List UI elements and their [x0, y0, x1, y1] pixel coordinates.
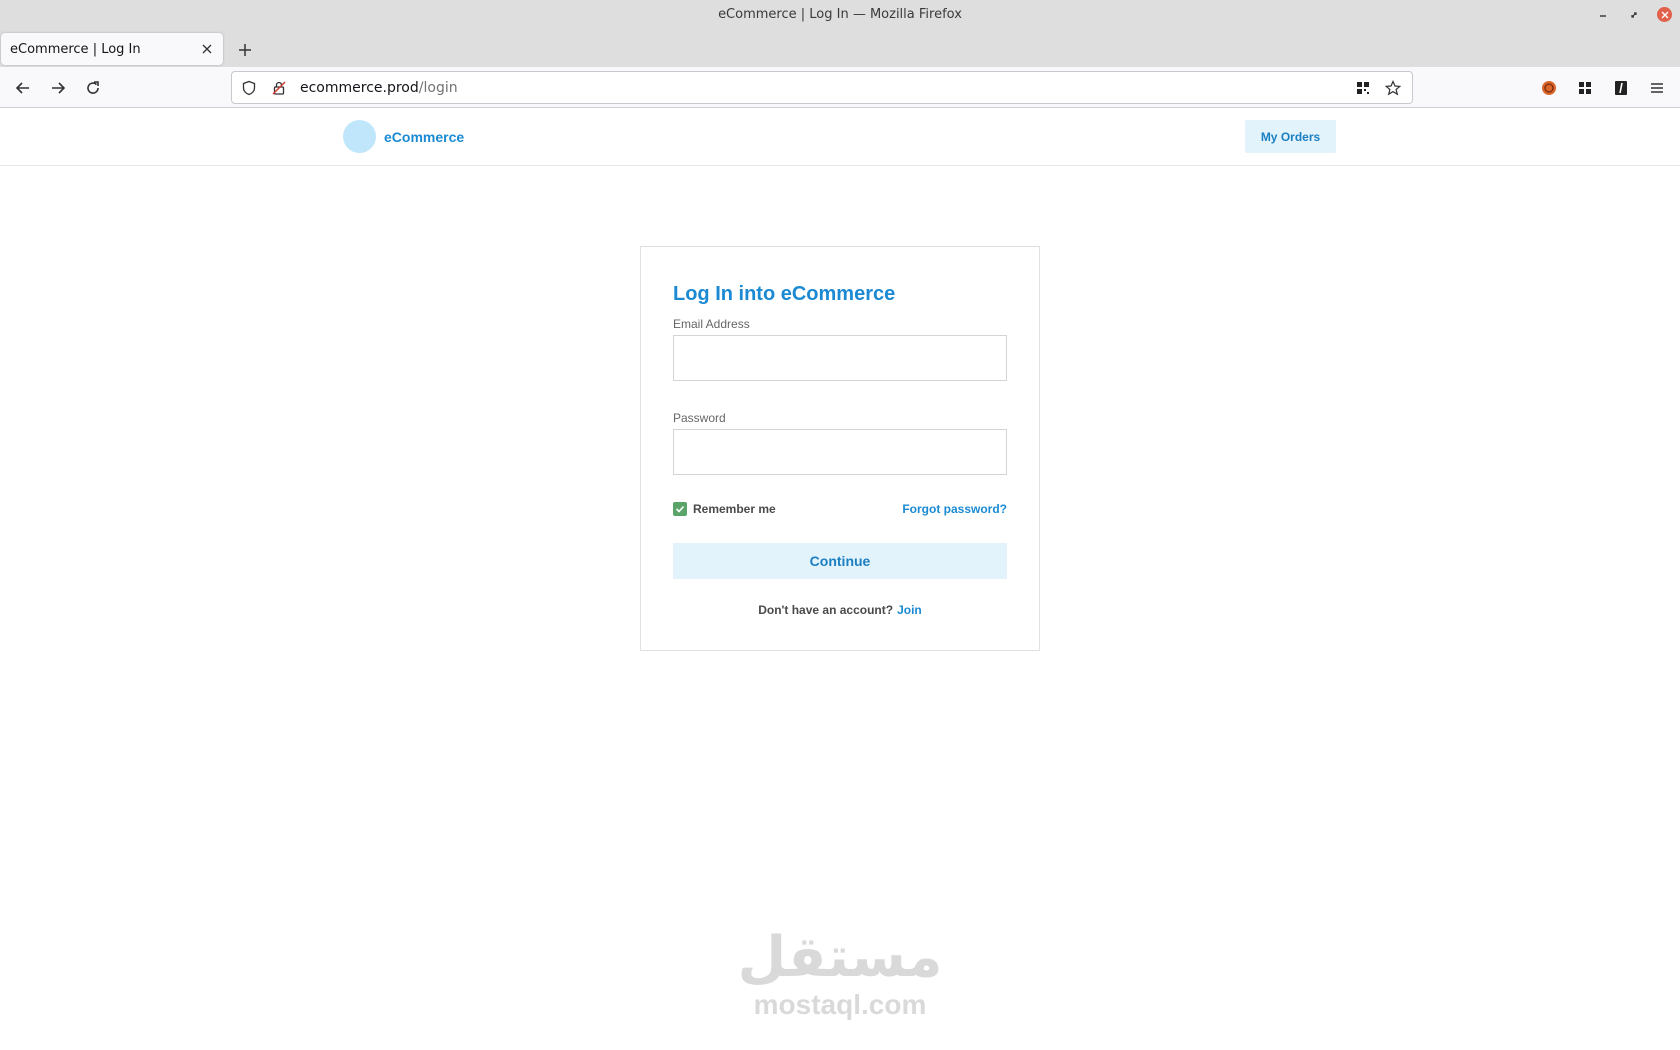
checkmark-icon	[675, 505, 685, 513]
back-button[interactable]	[8, 73, 38, 103]
close-icon	[202, 44, 212, 54]
minimize-button[interactable]	[1587, 3, 1618, 27]
forgot-password-link[interactable]: Forgot password?	[902, 502, 1007, 516]
window-titlebar: eCommerce | Log In — Mozilla Firefox	[0, 0, 1680, 29]
maximize-button[interactable]	[1618, 3, 1649, 27]
window-title: eCommerce | Log In — Mozilla Firefox	[718, 7, 962, 22]
qr-code-icon	[1579, 82, 1591, 94]
hamburger-menu-icon	[1651, 83, 1663, 93]
new-tab-button[interactable]	[232, 37, 258, 63]
watermark-logo: مستقل mostaql.com	[735, 926, 945, 1026]
signup-prompt: Don't have an account?	[758, 603, 894, 617]
brand-logo	[343, 120, 376, 153]
tab-strip: eCommerce | Log In	[0, 29, 1680, 67]
email-field[interactable]	[673, 335, 1007, 381]
my-orders-button[interactable]: My Orders	[1245, 120, 1336, 153]
plus-icon	[239, 44, 251, 56]
page-content: eCommerce My Orders Log In into eCommerc…	[0, 108, 1680, 1050]
url-text[interactable]: ecommerce.prod/login	[300, 80, 458, 96]
arrow-left-icon	[15, 82, 29, 94]
notebook-icon	[1615, 81, 1627, 95]
login-title: Log In into eCommerce	[673, 283, 896, 305]
address-bar-actions	[1350, 75, 1406, 101]
login-card: Log In into eCommerce Email Address Pass…	[640, 246, 1040, 651]
insecure-lock-icon[interactable]	[266, 75, 292, 101]
qr-code-icon[interactable]	[1350, 75, 1376, 101]
site-header: eCommerce My Orders	[0, 108, 1680, 166]
reload-button[interactable]	[78, 73, 108, 103]
arrow-right-icon	[52, 82, 66, 94]
restore-icon	[1630, 11, 1637, 18]
email-label: Email Address	[673, 317, 750, 331]
watermark-latin: mostaql.com	[753, 989, 927, 1020]
toolbar-extensions	[1534, 73, 1672, 103]
remember-me-label: Remember me	[693, 502, 776, 516]
brand-name: eCommerce	[384, 128, 465, 145]
password-label: Password	[673, 411, 726, 425]
qr-extension-button[interactable]	[1570, 73, 1600, 103]
watermark-arabic: مستقل	[737, 925, 943, 990]
extension-icon	[1542, 81, 1556, 95]
nav-toolbar: ecommerce.prod/login	[0, 67, 1680, 108]
reload-icon	[87, 81, 99, 94]
url-path: /login	[418, 79, 458, 96]
brand-link[interactable]: eCommerce	[343, 120, 464, 153]
browser-tab[interactable]: eCommerce | Log In	[1, 33, 223, 65]
tab-title: eCommerce | Log In	[10, 41, 141, 57]
tab-close-button[interactable]	[195, 37, 219, 61]
password-field[interactable]	[673, 429, 1007, 475]
signup-prompt-line: Don't have an account? Join	[641, 603, 1039, 617]
extension-button[interactable]	[1534, 73, 1564, 103]
bookmark-star-icon[interactable]	[1380, 75, 1406, 101]
reader-extension-button[interactable]	[1606, 73, 1636, 103]
remember-me-toggle[interactable]: Remember me	[673, 502, 776, 516]
continue-button[interactable]: Continue	[673, 543, 1007, 579]
address-bar[interactable]: ecommerce.prod/login	[231, 71, 1413, 104]
join-link[interactable]: Join	[897, 603, 922, 617]
minimize-icon	[1599, 14, 1606, 17]
shield-icon[interactable]	[236, 75, 262, 101]
forward-button[interactable]	[43, 73, 73, 103]
window-controls	[1587, 0, 1680, 29]
remember-me-checkbox[interactable]	[673, 502, 687, 516]
close-window-button[interactable]	[1649, 3, 1680, 27]
url-host: ecommerce.prod	[300, 79, 419, 96]
menu-button[interactable]	[1642, 73, 1672, 103]
close-icon	[1657, 7, 1672, 22]
